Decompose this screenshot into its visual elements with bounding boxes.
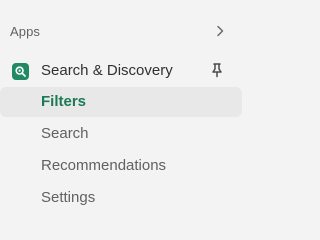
search-discovery-app-icon (12, 63, 29, 80)
apps-section-label: Apps (10, 23, 41, 39)
sub-nav-item-label: Recommendations (41, 157, 167, 174)
sub-nav-item-label: Filters (41, 93, 87, 110)
chevron-right-icon[interactable] (213, 24, 227, 38)
sub-nav-item-search[interactable]: Search (0, 119, 242, 149)
sub-nav-item-label: Settings (41, 189, 96, 206)
app-name: Search & Discovery (41, 62, 173, 79)
apps-section-header[interactable]: Apps (0, 16, 245, 46)
app-navigation-panel: Apps Search & Discovery Filters Search R… (0, 0, 245, 240)
sub-nav-item-settings[interactable]: Settings (0, 183, 242, 213)
pin-icon[interactable] (210, 62, 224, 78)
sub-nav-item-label: Search (41, 125, 89, 142)
sub-nav-item-filters[interactable]: Filters (0, 87, 242, 117)
app-item-search-discovery[interactable]: Search & Discovery (0, 56, 245, 86)
sub-nav-item-recommendations[interactable]: Recommendations (0, 151, 242, 181)
